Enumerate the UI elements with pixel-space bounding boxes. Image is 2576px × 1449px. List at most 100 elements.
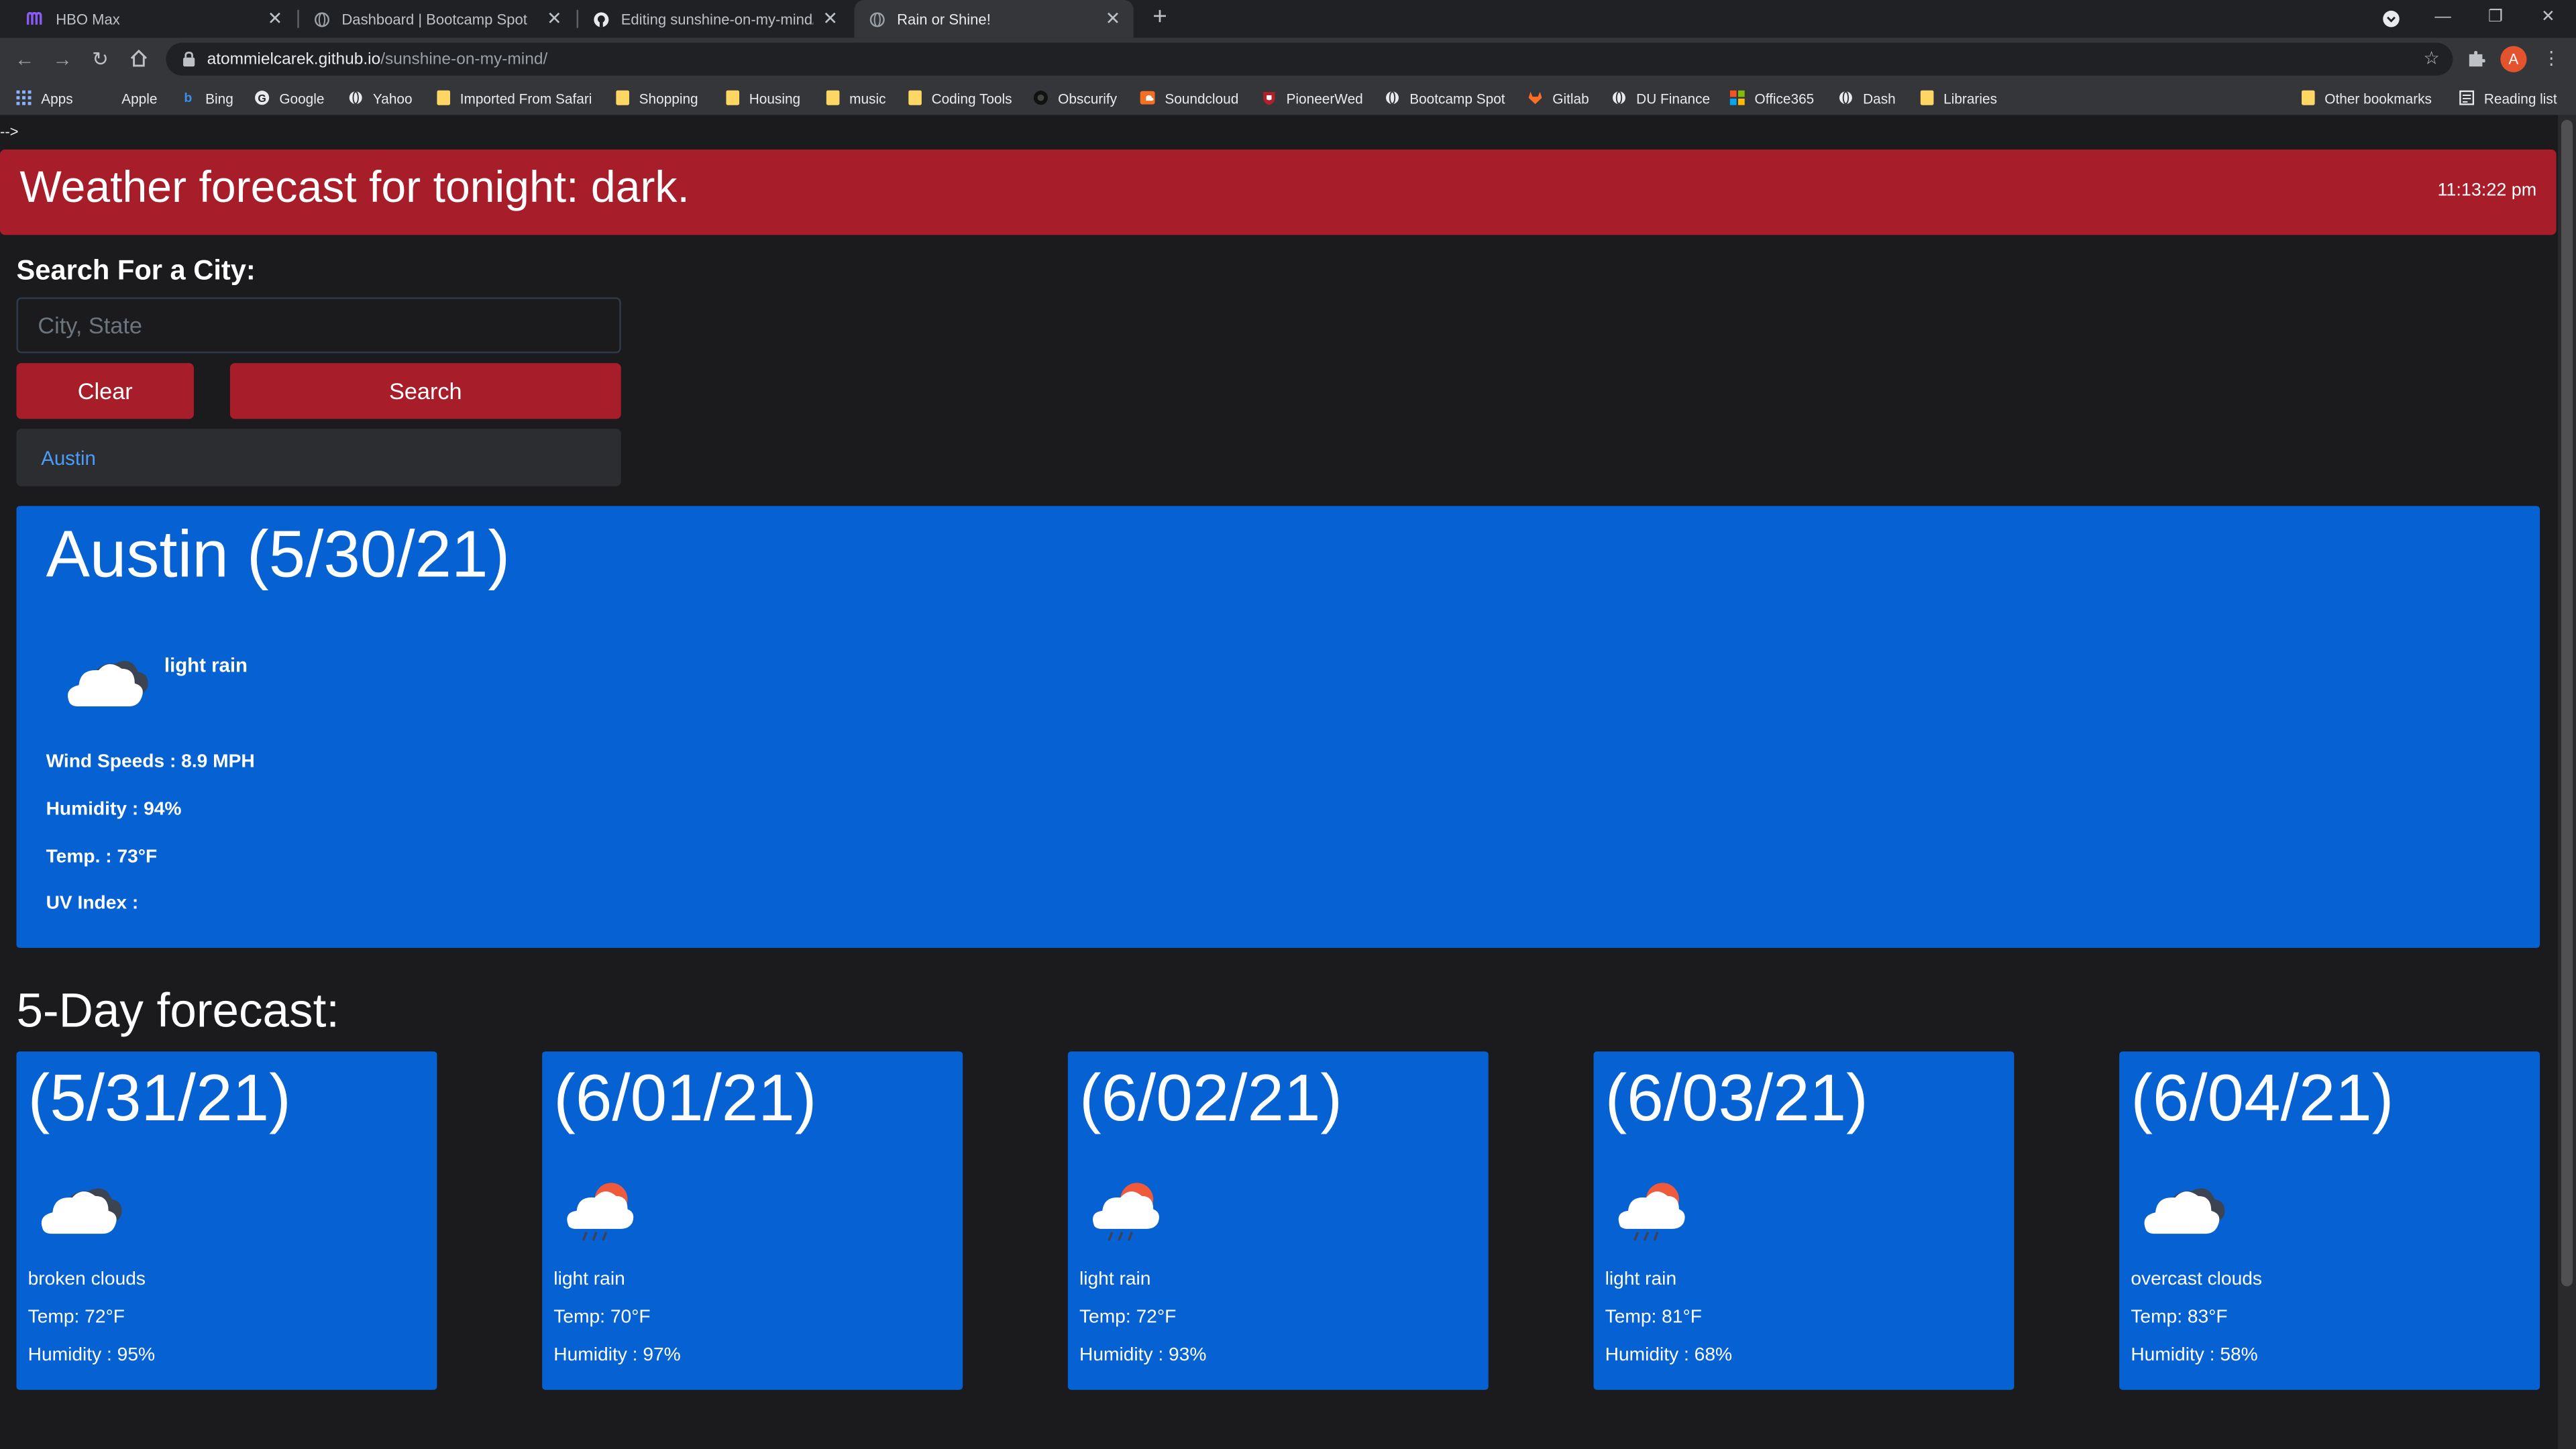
folder-icon [907,90,922,105]
bookmarks-bar: Apps Apple b Bing G Google Yahoo Importe… [0,80,2576,115]
back-icon[interactable]: ← [11,46,38,72]
bookmark-apps[interactable]: Apps [16,80,73,115]
page-title: Weather forecast for tonight: dark. [19,162,690,212]
forecast-humidity: Humidity : 93% [1079,1345,1207,1366]
bookmark-folder-imported-from-safari[interactable]: Imported From Safari [435,80,592,115]
bookmark-obscurify[interactable]: Obscurify [1033,80,1117,115]
bookmark-label: Shopping [639,89,698,106]
reading-list-button[interactable]: Reading list [2459,80,2557,115]
vertical-scrollbar[interactable] [2558,115,2576,1449]
bookmark-google[interactable]: G Google [255,80,324,115]
forecast-temperature: Temp: 72°F [1079,1307,1177,1328]
bookmark-label: DU Finance [1636,89,1711,106]
restore-icon[interactable]: ❐ [2471,0,2520,38]
clear-button[interactable]: Clear [16,363,194,419]
bookmark-yahoo[interactable]: Yahoo [348,80,413,115]
search-button[interactable]: Search [229,363,621,419]
bing-icon: b [184,90,193,105]
bookmark-pioneerwed[interactable]: PioneerWed [1262,80,1363,115]
bookmark-other-bookmarks[interactable]: Other bookmarks [2300,80,2432,115]
bookmark-apple[interactable]: Apple [97,80,157,115]
tab-github-editing[interactable]: Editing sunshine-on-my-mind/R ✕ [578,0,851,38]
bookmark-bing[interactable]: b Bing [180,80,233,115]
bookmark-folder-music[interactable]: music [824,80,885,115]
current-weather-description: light rain [164,653,248,677]
toolbar: ← → ↻ atommielcarek.github.io/sunshine-o… [0,38,2576,81]
pioneer-shield-icon [1262,91,1277,105]
folder-icon [1919,90,1933,105]
close-window-icon[interactable]: ✕ [2524,0,2573,38]
tab-hbo-max[interactable]: HBO Max ✕ [13,0,296,38]
bookmark-soundcloud[interactable]: Soundcloud [1140,80,1238,115]
bookmark-office365[interactable]: Office365 [1729,80,1814,115]
sun-rain-cloud-icon [1610,1176,1689,1253]
close-tab-icon[interactable]: ✕ [1106,8,1121,30]
browser-menu-icon[interactable]: ⋮ [2538,46,2565,72]
forecast-temperature: Temp: 70°F [553,1307,651,1328]
home-icon[interactable] [125,46,151,72]
scrollbar-thumb[interactable] [2561,119,2573,1287]
current-city-date: Austin (5/30/21) [46,519,511,592]
bookmark-folder-shopping[interactable]: Shopping [614,80,698,115]
extensions-puzzle-icon[interactable] [2463,46,2489,72]
bookmark-folder-libraries[interactable]: Libraries [1919,80,1997,115]
forecast-temperature: Temp: 72°F [28,1307,125,1328]
profile-avatar[interactable]: A [2500,46,2527,72]
minimize-icon[interactable]: — [2418,0,2467,38]
rain-cloud-icon [59,645,151,722]
forecast-date: (6/03/21) [1605,1063,1868,1136]
bookmark-bootcamp-spot[interactable]: Bootcamp Spot [1385,80,1505,115]
close-tab-icon[interactable]: ✕ [547,8,562,30]
tab-title: HBO Max [56,10,120,28]
reload-icon[interactable]: ↻ [87,46,113,72]
tab-title: Dashboard | Bootcamp Spot [341,10,527,28]
bookmark-du-finance[interactable]: DU Finance [1611,80,1710,115]
forward-icon[interactable]: → [49,46,75,72]
city-search-input[interactable] [16,297,621,354]
bookmark-folder-housing[interactable]: Housing [724,80,800,115]
close-tab-icon[interactable]: ✕ [268,8,283,30]
forecast-date: (6/04/21) [2131,1063,2394,1136]
forecast-description: light rain [553,1270,625,1290]
bookmark-label: Bing [205,89,233,106]
forecast-description: light rain [1079,1270,1151,1290]
bookmark-star-icon[interactable]: ☆ [2424,48,2440,68]
tab-rain-or-shine[interactable]: Rain or Shine! ✕ [854,0,1134,38]
close-tab-icon[interactable]: ✕ [822,8,838,30]
sun-rain-cloud-icon [1084,1176,1163,1253]
forecast-humidity: Humidity : 68% [1605,1345,1733,1366]
forecast-card: (6/02/21) light rain Temp: 72°F Humidity… [1067,1051,1489,1390]
url-path: /sunshine-on-my-mind/ [380,50,548,68]
folder-icon [435,90,450,105]
forecast-date: (6/02/21) [1079,1063,1343,1136]
sun-rain-cloud-icon [559,1176,638,1253]
tab-title: Rain or Shine! [897,10,991,28]
forecast-description: broken clouds [28,1270,146,1290]
bookmark-label: Gitlab [1552,89,1589,106]
gitlab-icon [1528,91,1543,105]
bookmark-folder-coding-tools[interactable]: Coding Tools [907,80,1012,115]
forecast-humidity: Humidity : 95% [28,1345,156,1366]
bookmark-label: Dash [1863,89,1896,106]
current-wind-speed: Wind Speeds : 8.9 MPH [46,752,255,773]
apps-grid-icon [16,90,32,105]
tab-bootcamp-dashboard[interactable]: Dashboard | Bootcamp Spot ✕ [299,0,575,38]
globe-icon [312,10,330,28]
tab-search-icon[interactable] [2366,0,2415,38]
forecast-card: (5/31/21) broken clouds Temp: 72°F Humid… [16,1051,437,1390]
tab-title: Editing sunshine-on-my-mind/R [621,10,813,28]
search-heading: Search For a City: [16,254,256,286]
globe-icon [348,91,363,105]
folder-icon [724,90,739,105]
bookmark-label: Libraries [1943,89,1998,106]
apple-icon [97,91,111,105]
forecast-description: light rain [1605,1270,1677,1290]
bookmark-dash[interactable]: Dash [1838,80,1896,115]
history-item-austin[interactable]: Austin [41,447,96,470]
bookmark-gitlab[interactable]: Gitlab [1528,80,1589,115]
new-tab-button[interactable]: + [1145,3,1175,33]
globe-icon [1838,91,1853,105]
address-bar[interactable]: atommielcarek.github.io/sunshine-on-my-m… [166,42,2453,76]
bookmark-label: Yahoo [372,89,413,106]
current-time: 11:13:22 pm [2437,180,2537,201]
